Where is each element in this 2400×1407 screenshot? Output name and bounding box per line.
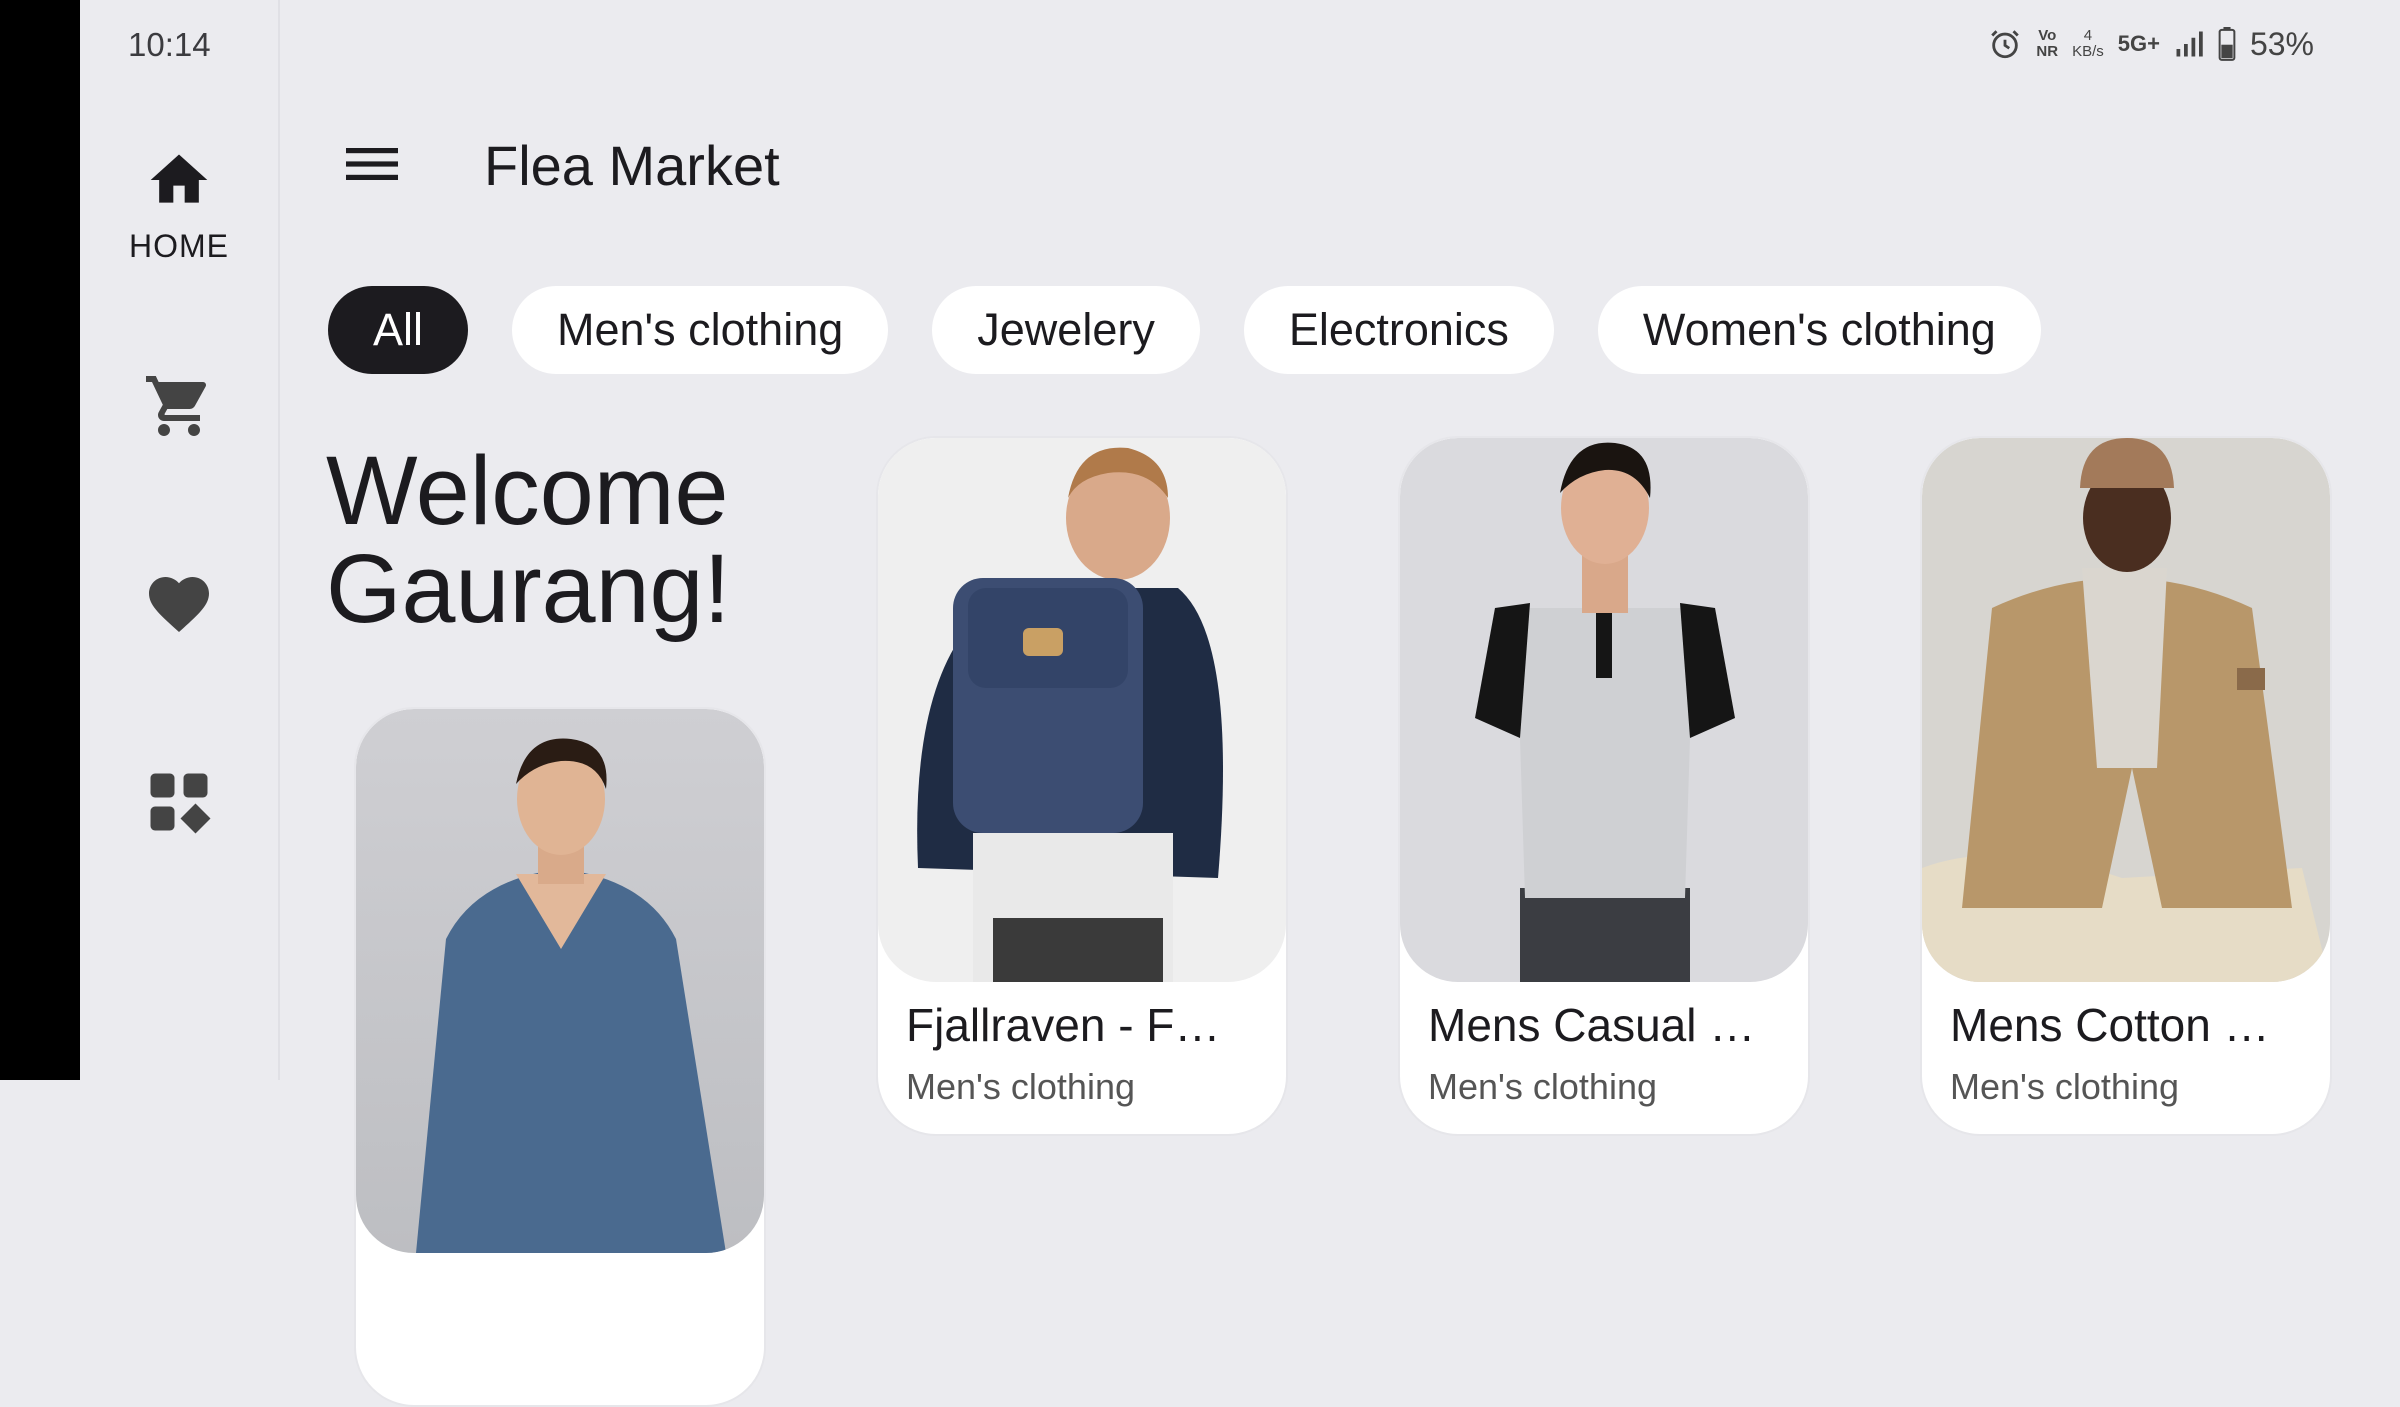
- categories-icon: [150, 773, 211, 834]
- product-name: Fjallraven - F…: [906, 999, 1221, 1051]
- chip-electronics[interactable]: Electronics: [1243, 286, 1554, 374]
- chip-jewelery[interactable]: Jewelery: [932, 286, 1200, 374]
- status-bar: Vo NR 4 KB/s 5G+ 53%: [1988, 22, 2314, 66]
- product-name: Mens Casual …: [1428, 999, 1756, 1051]
- network-speed-unit: KB/s: [2072, 43, 2104, 60]
- network-speed-value: 4: [2083, 27, 2093, 44]
- product-category: Men's clothing: [1428, 1066, 1657, 1107]
- welcome-line: Welcome: [326, 436, 729, 545]
- product-card[interactable]: Fjallraven - F… Men's clothing: [876, 436, 1288, 1136]
- app-title: Flea Market: [484, 134, 780, 197]
- product-category: Men's clothing: [1950, 1066, 2179, 1107]
- nav-home[interactable]: HOME: [80, 146, 278, 265]
- welcome-name: Gaurang!: [326, 534, 731, 643]
- chip-all[interactable]: All: [328, 286, 469, 374]
- nav-categories[interactable]: [80, 766, 278, 838]
- chip-mens-clothing[interactable]: Men's clothing: [512, 286, 889, 374]
- product-image: [1922, 438, 2330, 982]
- product-photo-backpack: [917, 447, 1223, 982]
- product-card[interactable]: Mens Casual … Men's clothing: [1398, 436, 1810, 1136]
- nav-cart[interactable]: [80, 370, 278, 442]
- signal-icon: [2176, 31, 2203, 57]
- product-image: [878, 438, 1286, 982]
- home-icon: [150, 154, 208, 203]
- battery-percent: 53%: [2249, 25, 2314, 62]
- network-speed: 4 KB/s: [2072, 28, 2104, 60]
- product-card[interactable]: Mens Cotton … Men's clothing: [1920, 436, 2332, 1136]
- category-filter-chips: All Men's clothing Jewelery Electronics …: [328, 286, 2041, 374]
- product-category: Men's clothing: [906, 1066, 1135, 1107]
- cart-icon: [146, 376, 207, 436]
- heart-icon: [149, 577, 209, 633]
- product-image: [1400, 438, 1808, 982]
- product-photo-henley: [1475, 442, 1735, 982]
- product-photo-jacket: [1922, 438, 2330, 982]
- product-photo-sweater: [416, 738, 726, 1253]
- product-card[interactable]: [354, 707, 766, 1407]
- status-time: 10:14: [128, 26, 211, 63]
- menu-icon[interactable]: [346, 144, 398, 184]
- product-name: Mens Cotton …: [1950, 999, 2270, 1051]
- alarm-icon: [1991, 30, 2020, 59]
- network-type: 5G+: [2117, 31, 2160, 56]
- vonr-indicator: Vo NR: [2036, 27, 2059, 60]
- nav-favorites[interactable]: [80, 568, 278, 640]
- navigation-rail: 10:14 HOME: [80, 0, 280, 1080]
- product-image: [356, 709, 764, 1253]
- welcome-heading: Welcome Gaurang!: [326, 442, 730, 638]
- screen-cutout: [0, 0, 80, 1080]
- chip-womens-clothing[interactable]: Women's clothing: [1597, 286, 2041, 374]
- nav-home-label: HOME: [129, 228, 229, 264]
- battery-icon: [2218, 27, 2236, 61]
